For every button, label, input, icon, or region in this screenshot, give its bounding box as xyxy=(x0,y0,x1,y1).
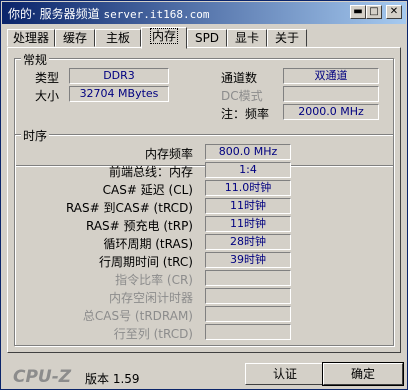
validate-button[interactable]: 认证 xyxy=(245,363,325,385)
title-prefix: 你的 xyxy=(8,7,33,21)
tab-mainboard[interactable]: 主板 xyxy=(95,29,141,47)
ok-button[interactable]: 确定 xyxy=(322,362,404,386)
timings-group: 时序 内存频率 800.0 MHz 前端总线：内存 1:4 CAS# 延迟 (CL) 11… xyxy=(14,127,394,346)
minimize-button[interactable]: ▬ xyxy=(350,5,366,19)
timing-label: 总CAS号 (tRDRAM) xyxy=(82,309,193,323)
timing-label: 前端总线：内存 xyxy=(108,165,193,179)
tab-spd[interactable]: SPD xyxy=(187,29,227,47)
timing-value xyxy=(205,306,291,322)
general-title: 常规 xyxy=(21,51,50,68)
maximize-icon: □ xyxy=(369,6,379,17)
tab-cache[interactable]: 缓存 xyxy=(55,29,95,47)
cpu-z-logo: CPU-Z xyxy=(13,367,72,387)
tab-processor[interactable]: 处理器 xyxy=(7,29,55,47)
timing-value: 11时钟 xyxy=(205,216,291,232)
timing-value xyxy=(205,270,291,286)
close-button[interactable]: ✕ xyxy=(386,5,402,19)
timing-label: 内存频率 xyxy=(144,147,193,161)
type-label: 类型 xyxy=(35,71,60,85)
timing-label: RAS# 预充电 (tRP) xyxy=(85,219,193,233)
freq-note-value: 2000.0 MHz xyxy=(283,104,379,120)
timing-value: 1:4 xyxy=(205,162,291,178)
timing-value: 11.0时钟 xyxy=(205,180,291,196)
tab-about[interactable]: 关于 xyxy=(267,29,307,47)
version-label: 版本 1.59 xyxy=(85,372,140,386)
window-title: 你的· 服务器频道 server.it168.com xyxy=(8,7,210,21)
size-value: 32704 MBytes xyxy=(69,86,169,102)
timing-value: 39时钟 xyxy=(205,252,291,268)
timing-value: 800.0 MHz xyxy=(205,144,291,160)
tab-memory[interactable]: 内存 xyxy=(141,27,187,49)
timing-value xyxy=(205,324,291,340)
close-icon: ✕ xyxy=(389,6,399,17)
channels-value: 双通道 xyxy=(283,68,379,84)
title-site: 服务器频道 xyxy=(39,7,100,21)
timing-label: 内存空闲计时器 xyxy=(108,291,193,305)
timing-label: 行周期时间 (tRC) xyxy=(98,255,193,269)
timing-value: 28时钟 xyxy=(205,234,291,250)
timing-label: 行至列 (tRCD) xyxy=(113,327,193,341)
memory-panel: 常规 类型 DDR3 大小 32704 MBytes 通道数 双通道 DC模式 … xyxy=(7,47,401,353)
freq-note-label: 注：频率 xyxy=(221,107,270,121)
cpu-z-window: 你的· 服务器频道 server.it168.com ▬ □ ✕ 处理器 缓存 … xyxy=(0,0,408,390)
timing-value xyxy=(205,288,291,304)
timing-label: 指令比率 (CR) xyxy=(115,273,193,287)
type-value: DDR3 xyxy=(69,68,169,84)
channels-label: 通道数 xyxy=(221,71,258,85)
tab-graphics[interactable]: 显卡 xyxy=(227,29,267,47)
timing-label: 循环周期 (tRAS) xyxy=(103,237,193,251)
size-label: 大小 xyxy=(35,89,60,103)
timing-label: RAS# 到CAS# (tRCD) xyxy=(65,201,193,215)
timing-value: 11时钟 xyxy=(205,198,291,214)
title-bar[interactable]: 你的· 服务器频道 server.it168.com ▬ □ ✕ xyxy=(2,2,406,24)
dc-mode-value xyxy=(283,86,379,102)
maximize-button[interactable]: □ xyxy=(366,5,382,19)
dc-mode-label: DC模式 xyxy=(221,89,263,103)
timings-title: 时序 xyxy=(21,127,50,144)
title-url: server.it168.com xyxy=(103,8,210,21)
minimize-icon: ▬ xyxy=(353,6,363,17)
timing-label: CAS# 延迟 (CL) xyxy=(102,183,193,197)
